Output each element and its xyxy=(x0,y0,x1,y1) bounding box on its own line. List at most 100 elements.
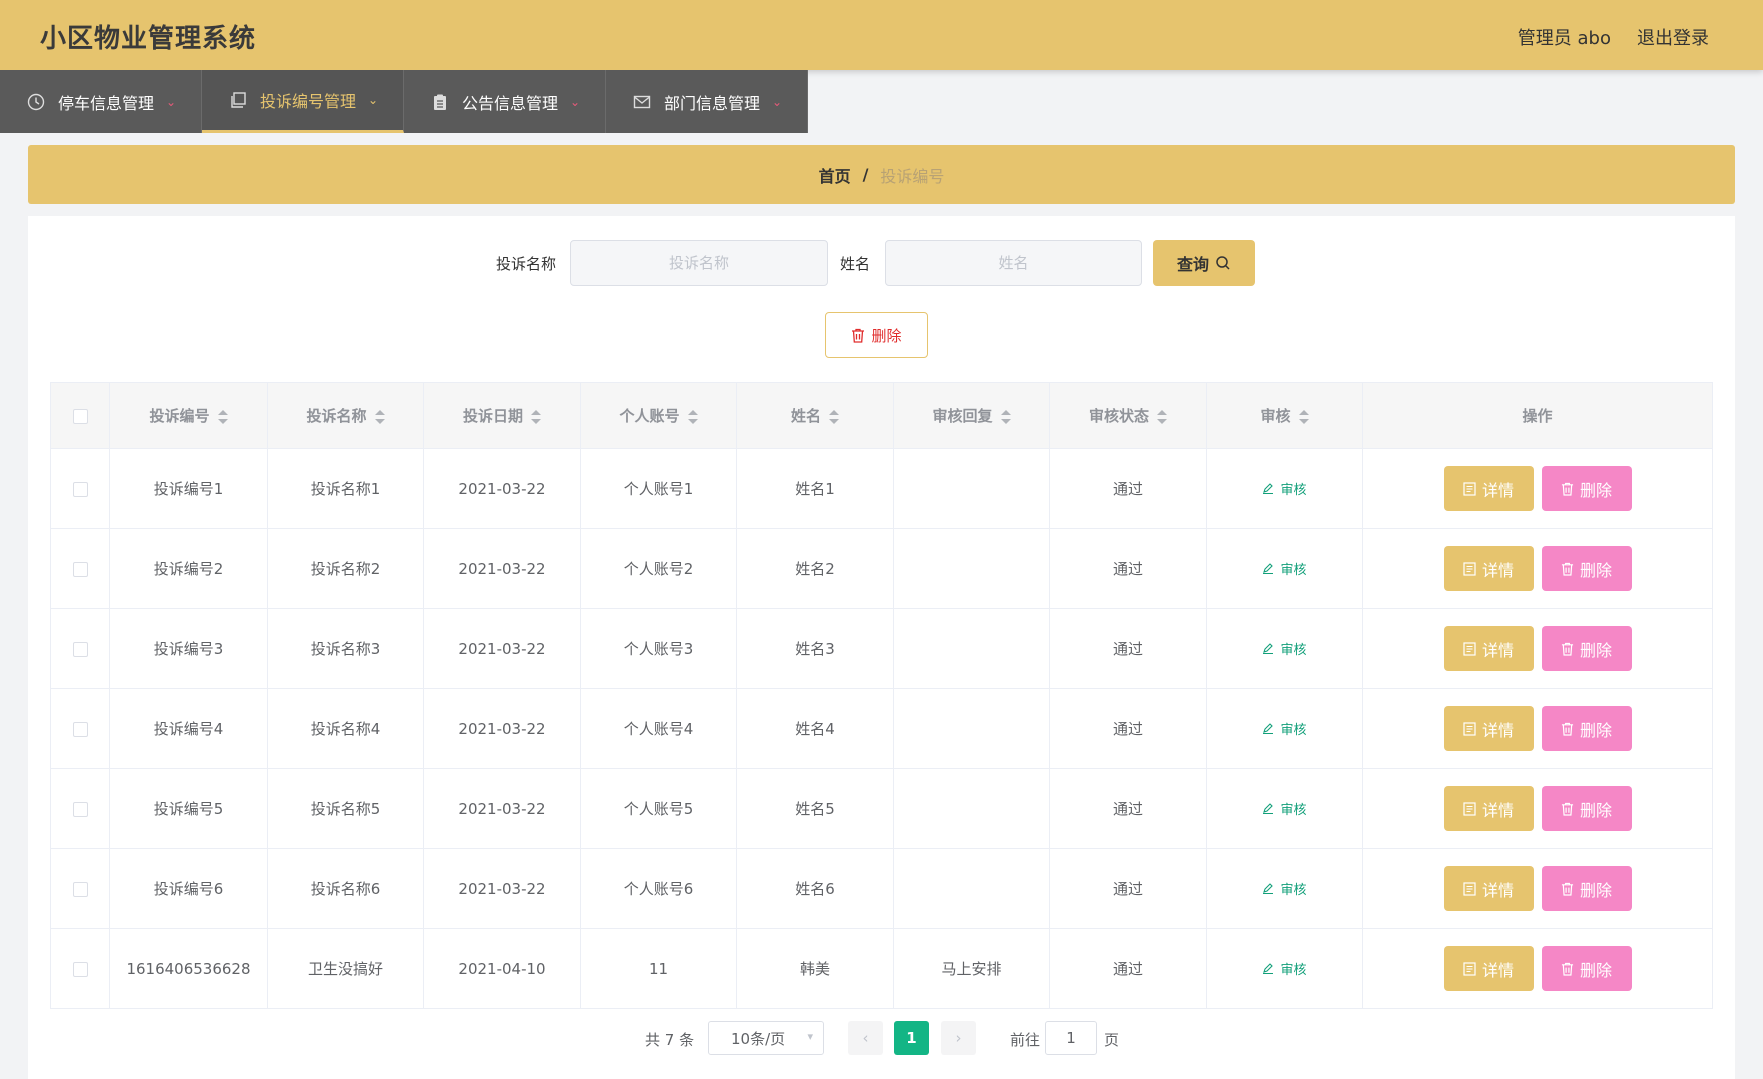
table-cell: 投诉名称2 xyxy=(267,528,424,609)
app-header: 小区物业管理系统 管理员 abo 退出登录 xyxy=(0,0,1763,70)
logout-link[interactable]: 退出登录 xyxy=(1637,24,1709,50)
detail-button[interactable]: 详情 xyxy=(1443,866,1534,911)
breadcrumb-home[interactable]: 首页 xyxy=(819,163,851,187)
review-link[interactable]: 审核 xyxy=(1262,639,1307,658)
table-cell xyxy=(893,528,1050,609)
sort-icon[interactable] xyxy=(1298,409,1309,425)
row-checkbox[interactable] xyxy=(72,721,88,737)
sort-icon[interactable] xyxy=(531,409,541,425)
table-cell: 通过 xyxy=(1049,608,1207,689)
table-cell: 1616406536628 xyxy=(109,928,268,1009)
row-select-cell xyxy=(50,448,110,529)
chevron-down-icon: ▾ xyxy=(807,1030,813,1043)
detail-button[interactable]: 详情 xyxy=(1443,546,1534,591)
delete-button[interactable]: 删除 xyxy=(1541,786,1632,831)
edit-icon xyxy=(1263,723,1274,735)
row-select-cell xyxy=(50,608,110,689)
table-cell: 通过 xyxy=(1049,688,1207,769)
edit-icon xyxy=(1263,803,1274,815)
row-select-cell xyxy=(50,688,110,769)
select-all-checkbox[interactable] xyxy=(72,408,88,424)
review-cell: 审核 xyxy=(1206,448,1363,529)
breadcrumb-current: 投诉编号 xyxy=(880,166,945,186)
table-cell: 投诉编号3 xyxy=(109,608,268,689)
pagination: 共 7 条 10条/页 ▾ ‹ 1 › 前往 页 xyxy=(28,1021,1735,1055)
query-button[interactable]: 查询 xyxy=(1153,240,1255,286)
delete-button[interactable]: 删除 xyxy=(1541,466,1632,511)
sort-icon[interactable] xyxy=(217,409,228,425)
column-header[interactable]: 姓名 xyxy=(736,382,894,449)
search-icon xyxy=(1216,256,1230,270)
sort-icon[interactable] xyxy=(687,409,698,425)
column-header[interactable]: 投诉名称 xyxy=(267,382,424,449)
detail-button[interactable]: 详情 xyxy=(1443,626,1534,671)
table-cell: 2021-03-22 xyxy=(423,848,581,929)
review-link[interactable]: 审核 xyxy=(1262,799,1307,818)
row-checkbox[interactable] xyxy=(72,641,88,657)
chevron-down-icon: ⌄ xyxy=(166,94,177,109)
table-cell: 个人账号4 xyxy=(580,688,737,769)
table-cell: 投诉名称1 xyxy=(267,448,424,529)
person-name-label: 姓名 xyxy=(840,255,871,273)
main-panel: 投诉名称 姓名 查询 删除 投诉编号 投诉名称 投诉日期 个人账号 姓名 审核回… xyxy=(28,216,1735,1079)
detail-button[interactable]: 详情 xyxy=(1443,786,1534,831)
complaint-name-input[interactable] xyxy=(570,240,828,286)
column-header[interactable]: 投诉编号 xyxy=(109,382,268,449)
row-checkbox[interactable] xyxy=(72,481,88,497)
table-row: 投诉编号4 投诉名称4 2021-03-22 个人账号4 姓名4 通过 审核 详情 删除 xyxy=(50,688,1713,769)
chevron-down-icon: ⌄ xyxy=(368,93,379,107)
row-checkbox[interactable] xyxy=(72,801,88,817)
column-header: 操作 xyxy=(1362,382,1713,449)
delete-button[interactable]: 删除 xyxy=(1541,546,1632,591)
review-link[interactable]: 审核 xyxy=(1262,719,1307,738)
detail-button[interactable]: 详情 xyxy=(1443,706,1534,751)
document-icon xyxy=(1463,721,1476,736)
row-checkbox[interactable] xyxy=(72,561,88,577)
row-checkbox[interactable] xyxy=(72,881,88,897)
top-nav: 停车信息管理 ⌄ 投诉编号管理 ⌄ 公告信息管理 ⌄ 部门信息管理 ⌄ xyxy=(0,70,808,133)
table-cell: 个人账号6 xyxy=(580,848,737,929)
column-header[interactable]: 投诉日期 xyxy=(423,382,581,449)
column-header[interactable]: 审核回复 xyxy=(893,382,1050,449)
table-body: 投诉编号1 投诉名称1 2021-03-22 个人账号1 姓名1 通过 审核 详情 删除 投诉编号… xyxy=(50,448,1713,1009)
column-header[interactable]: 个人账号 xyxy=(580,382,737,449)
edit-icon xyxy=(1263,643,1274,655)
detail-button[interactable]: 详情 xyxy=(1443,466,1534,511)
clipboard-icon xyxy=(430,92,450,112)
review-link[interactable]: 审核 xyxy=(1262,959,1307,978)
delete-button[interactable]: 删除 xyxy=(1541,626,1632,671)
current-user: 管理员 abo xyxy=(1517,28,1611,49)
delete-button[interactable]: 删除 xyxy=(1541,706,1632,751)
nav-item-notice[interactable]: 公告信息管理 ⌄ xyxy=(404,70,606,133)
page-unit-label: 页 xyxy=(1104,1031,1120,1049)
nav-item-complaint[interactable]: 投诉编号管理 ⌄ xyxy=(202,70,404,133)
sort-icon[interactable] xyxy=(374,409,385,425)
sort-icon[interactable] xyxy=(829,409,839,425)
nav-item-parking[interactable]: 停车信息管理 ⌄ xyxy=(0,70,202,133)
page-size-select[interactable]: 10条/页 ▾ xyxy=(708,1021,824,1055)
review-cell: 审核 xyxy=(1206,688,1363,769)
review-link[interactable]: 审核 xyxy=(1262,479,1307,498)
sort-icon[interactable] xyxy=(1000,409,1011,425)
column-header[interactable]: 审核状态 xyxy=(1049,382,1207,449)
page-number-button[interactable]: 1 xyxy=(894,1021,929,1055)
row-checkbox[interactable] xyxy=(72,961,88,977)
nav-item-department[interactable]: 部门信息管理 ⌄ xyxy=(606,70,808,133)
delete-button[interactable]: 删除 xyxy=(1541,946,1632,991)
bulk-delete-button[interactable]: 删除 xyxy=(825,312,928,358)
table-cell: 投诉编号5 xyxy=(109,768,268,849)
table-cell: 马上安排 xyxy=(893,928,1050,1009)
actions-cell: 详情 删除 xyxy=(1362,768,1713,849)
table-cell: 投诉名称6 xyxy=(267,848,424,929)
goto-page-input[interactable] xyxy=(1045,1021,1097,1055)
table-cell: 通过 xyxy=(1049,768,1207,849)
delete-button[interactable]: 删除 xyxy=(1541,866,1632,911)
person-name-input[interactable] xyxy=(885,240,1142,286)
detail-button[interactable]: 详情 xyxy=(1443,946,1534,991)
prev-page-button[interactable]: ‹ xyxy=(848,1021,883,1055)
column-header[interactable]: 审核 xyxy=(1206,382,1363,449)
next-page-button[interactable]: › xyxy=(941,1021,976,1055)
review-link[interactable]: 审核 xyxy=(1262,559,1307,578)
review-link[interactable]: 审核 xyxy=(1262,879,1307,898)
sort-icon[interactable] xyxy=(1157,409,1167,425)
